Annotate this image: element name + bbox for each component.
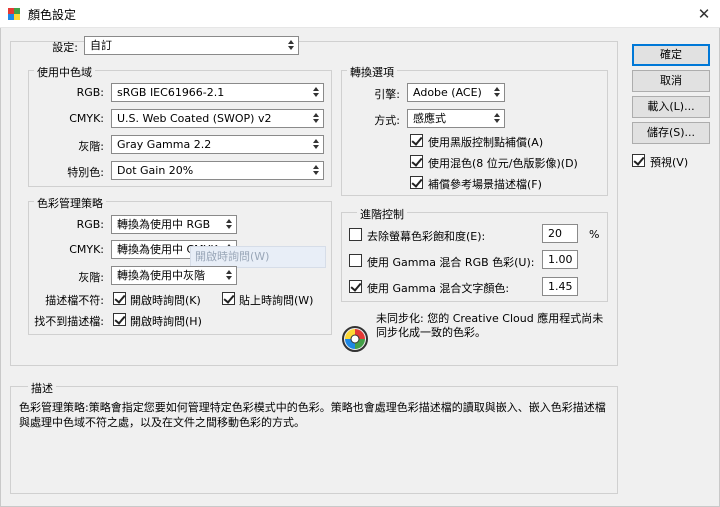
policy-cmyk-label: CMYK: bbox=[69, 243, 104, 256]
blend-text-input[interactable]: 1.45 bbox=[542, 277, 578, 296]
dropdown-arrow-icon bbox=[313, 87, 319, 98]
desaturate-label: 去除螢幕色彩飽和度(E): bbox=[367, 230, 486, 243]
engine-label: 引擎: bbox=[374, 88, 400, 101]
missing-label: 找不到描述檔: bbox=[34, 315, 104, 328]
ok-button[interactable]: 確定 bbox=[632, 44, 710, 66]
settings-value: 自訂 bbox=[90, 39, 112, 52]
blend-rgb-label: 使用 Gamma 混合 RGB 色彩(U): bbox=[367, 256, 535, 269]
working-spaces-title: 使用中色域 bbox=[34, 64, 95, 80]
bpc-label: 使用黑版控制點補償(A) bbox=[428, 136, 544, 149]
description-text: 色彩管理策略:策略會指定您要如何管理特定色彩模式中的色彩。策略也會處理色彩描述檔… bbox=[19, 401, 606, 429]
mismatch-label: 描述檔不符: bbox=[45, 294, 104, 307]
description-title: 描述 bbox=[28, 380, 56, 396]
blend-text-checkbox[interactable] bbox=[349, 280, 362, 293]
dropdown-arrow-icon bbox=[313, 139, 319, 150]
mismatch-paste-label: 貼上時詢問(W) bbox=[239, 294, 314, 307]
preview-label: 預視(V) bbox=[650, 156, 689, 169]
hover-tooltip: 開啟時詢問(W) bbox=[190, 246, 326, 268]
scene-label: 補償參考場景描述檔(F) bbox=[428, 178, 542, 191]
ws-gray-label: 灰階: bbox=[78, 140, 104, 153]
dropdown-arrow-icon bbox=[313, 165, 319, 176]
settings-label: 設定: bbox=[52, 41, 78, 54]
dropdown-arrow-icon bbox=[313, 113, 319, 124]
ws-cmyk-label: CMYK: bbox=[69, 112, 104, 125]
ws-rgb-dropdown[interactable]: sRGB IEC61966-2.1 bbox=[111, 83, 324, 102]
policy-gray-dropdown[interactable]: 轉換為使用中灰階 bbox=[111, 266, 237, 285]
advanced-title: 進階控制 bbox=[357, 206, 407, 222]
intent-label: 方式: bbox=[374, 114, 400, 127]
cancel-button[interactable]: 取消 bbox=[632, 70, 710, 92]
dither-label: 使用混色(8 位元/色版影像)(D) bbox=[428, 157, 578, 170]
intent-dropdown[interactable]: 感應式 bbox=[407, 109, 505, 128]
policy-gray-value: 轉換為使用中灰階 bbox=[117, 269, 205, 282]
ws-spot-label: 特別色: bbox=[67, 166, 104, 179]
close-icon[interactable]: ✕ bbox=[693, 3, 715, 25]
engine-value: Adobe (ACE) bbox=[413, 86, 482, 99]
dropdown-arrow-icon bbox=[288, 40, 294, 51]
ws-rgb-value: sRGB IEC61966-2.1 bbox=[117, 86, 225, 99]
engine-dropdown[interactable]: Adobe (ACE) bbox=[407, 83, 505, 102]
preview-checkbox[interactable] bbox=[632, 154, 645, 167]
ws-rgb-label: RGB: bbox=[76, 86, 104, 99]
policy-rgb-value: 轉換為使用中 RGB bbox=[117, 218, 211, 231]
missing-open-label: 開啟時詢問(H) bbox=[130, 315, 202, 328]
app-color-icon bbox=[7, 7, 21, 21]
ws-cmyk-dropdown[interactable]: U.S. Web Coated (SWOP) v2 bbox=[111, 109, 324, 128]
load-button[interactable]: 載入(L)... bbox=[632, 96, 710, 118]
ws-spot-value: Dot Gain 20% bbox=[117, 164, 194, 177]
dropdown-arrow-icon bbox=[226, 270, 232, 281]
policy-gray-label: 灰階: bbox=[78, 271, 104, 284]
blend-rgb-checkbox[interactable] bbox=[349, 254, 362, 267]
policy-rgb-label: RGB: bbox=[76, 218, 104, 231]
desaturate-input[interactable]: 20 bbox=[542, 224, 578, 243]
mismatch-open-label: 開啟時詢問(K) bbox=[130, 294, 201, 307]
conversion-title: 轉換選項 bbox=[347, 64, 397, 80]
scene-checkbox[interactable] bbox=[410, 176, 423, 189]
sync-message: 未同步化: 您的 Creative Cloud 應用程式尚未同步化成一致的色彩。 bbox=[376, 312, 604, 339]
title-bar bbox=[0, 0, 720, 28]
ws-gray-value: Gray Gamma 2.2 bbox=[117, 138, 212, 151]
dropdown-arrow-icon bbox=[494, 113, 500, 124]
dither-checkbox[interactable] bbox=[410, 155, 423, 168]
mismatch-paste-checkbox[interactable] bbox=[222, 292, 235, 305]
desaturate-checkbox[interactable] bbox=[349, 228, 362, 241]
window-title: 顏色設定 bbox=[28, 8, 77, 22]
mismatch-open-checkbox[interactable] bbox=[113, 292, 126, 305]
save-button[interactable]: 儲存(S)... bbox=[632, 122, 710, 144]
settings-dropdown[interactable]: 自訂 bbox=[84, 36, 299, 55]
desaturate-unit: % bbox=[589, 228, 600, 241]
dropdown-arrow-icon bbox=[226, 219, 232, 230]
dropdown-arrow-icon bbox=[494, 87, 500, 98]
blend-text-label: 使用 Gamma 混合文字顏色: bbox=[367, 282, 510, 295]
ws-spot-dropdown[interactable]: Dot Gain 20% bbox=[111, 161, 324, 180]
ws-gray-dropdown[interactable]: Gray Gamma 2.2 bbox=[111, 135, 324, 154]
blend-rgb-input[interactable]: 1.00 bbox=[542, 250, 578, 269]
missing-open-checkbox[interactable] bbox=[113, 313, 126, 326]
sync-wheel-icon bbox=[342, 326, 368, 352]
ws-cmyk-value: U.S. Web Coated (SWOP) v2 bbox=[117, 112, 272, 125]
bpc-checkbox[interactable] bbox=[410, 134, 423, 147]
policy-rgb-dropdown[interactable]: 轉換為使用中 RGB bbox=[111, 215, 237, 234]
intent-value: 感應式 bbox=[413, 112, 446, 125]
policies-title: 色彩管理策略 bbox=[34, 195, 106, 211]
